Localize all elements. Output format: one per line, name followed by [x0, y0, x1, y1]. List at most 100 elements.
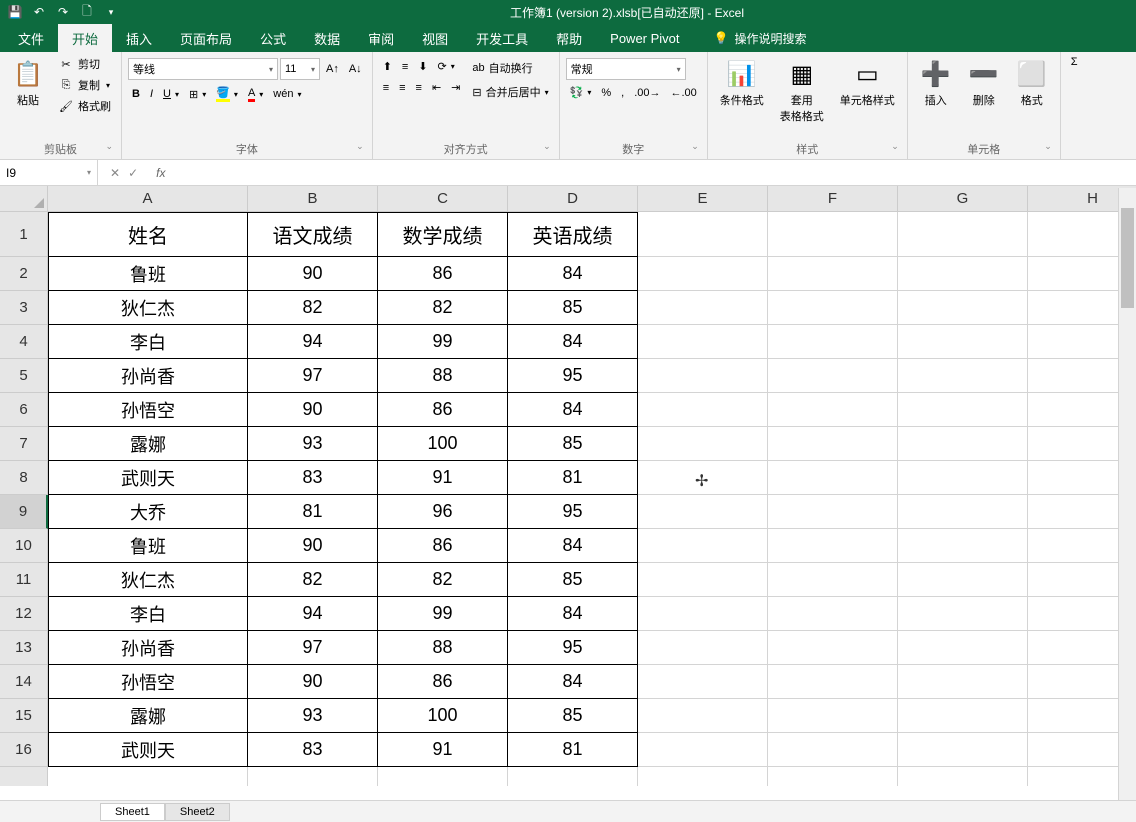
- tab-layout[interactable]: 页面布局: [166, 24, 246, 52]
- decrease-decimal-button[interactable]: ←.00: [666, 85, 700, 101]
- row-header-10[interactable]: 10: [0, 529, 48, 563]
- tab-data[interactable]: 数据: [300, 24, 354, 52]
- cell-D2[interactable]: 84: [508, 257, 638, 291]
- align-bottom-button[interactable]: ⬇: [414, 58, 431, 75]
- col-header-A[interactable]: A: [48, 186, 248, 212]
- cell-A5[interactable]: 孙尚香: [48, 359, 248, 393]
- cell-A9[interactable]: 大乔: [48, 495, 248, 529]
- row-header-1[interactable]: 1: [0, 212, 48, 257]
- conditional-format-button[interactable]: 📊条件格式: [714, 54, 770, 112]
- align-left-button[interactable]: ≡: [379, 80, 393, 96]
- insert-cells-button[interactable]: ➕插入: [914, 54, 958, 112]
- cell-C16[interactable]: 91: [378, 733, 508, 767]
- cell-D8[interactable]: 81: [508, 461, 638, 495]
- row-header-13[interactable]: 13: [0, 631, 48, 665]
- font-name-combo[interactable]: 等线▾: [128, 58, 278, 80]
- cell-E12[interactable]: [638, 597, 768, 631]
- save-icon[interactable]: 💾: [4, 2, 26, 22]
- format-painter-button[interactable]: 🖌格式刷: [54, 96, 115, 116]
- cell-G15[interactable]: [898, 699, 1028, 733]
- indent-decrease-button[interactable]: ⇤: [428, 79, 445, 96]
- cell-F10[interactable]: [768, 529, 898, 563]
- cell-B12[interactable]: 94: [248, 597, 378, 631]
- cell-A4[interactable]: 李白: [48, 325, 248, 359]
- preview-icon[interactable]: 🗋: [76, 2, 98, 22]
- indent-increase-button[interactable]: ⇥: [447, 79, 464, 96]
- row-header-9[interactable]: 9: [0, 495, 48, 529]
- cell-B16[interactable]: 83: [248, 733, 378, 767]
- cell-C17[interactable]: [378, 767, 508, 786]
- cell-F15[interactable]: [768, 699, 898, 733]
- cell-G14[interactable]: [898, 665, 1028, 699]
- row-header-17[interactable]: [0, 767, 48, 786]
- cell-C3[interactable]: 82: [378, 291, 508, 325]
- border-button[interactable]: ⊞▾: [185, 86, 210, 103]
- cell-G1[interactable]: [898, 212, 1028, 257]
- cell-F5[interactable]: [768, 359, 898, 393]
- tab-powerpivot[interactable]: Power Pivot: [596, 24, 693, 52]
- format-cells-button[interactable]: ⬜格式: [1010, 54, 1054, 112]
- cell-A10[interactable]: 鲁班: [48, 529, 248, 563]
- orientation-button[interactable]: ⟳▾: [434, 58, 459, 75]
- cell-G3[interactable]: [898, 291, 1028, 325]
- comma-button[interactable]: ,: [617, 85, 628, 101]
- tab-home[interactable]: 开始: [58, 24, 112, 52]
- cell-G12[interactable]: [898, 597, 1028, 631]
- cell-E13[interactable]: [638, 631, 768, 665]
- cell-B5[interactable]: 97: [248, 359, 378, 393]
- cell-C6[interactable]: 86: [378, 393, 508, 427]
- row-header-15[interactable]: 15: [0, 699, 48, 733]
- cell-E3[interactable]: [638, 291, 768, 325]
- cell-styles-button[interactable]: ▭单元格样式: [834, 54, 901, 112]
- undo-icon[interactable]: ↶: [28, 2, 50, 22]
- cell-B1[interactable]: 语文成绩: [248, 212, 378, 257]
- tab-view[interactable]: 视图: [408, 24, 462, 52]
- cell-C9[interactable]: 96: [378, 495, 508, 529]
- cell-B7[interactable]: 93: [248, 427, 378, 461]
- cell-C10[interactable]: 86: [378, 529, 508, 563]
- cell-E5[interactable]: [638, 359, 768, 393]
- cell-C13[interactable]: 88: [378, 631, 508, 665]
- cell-E10[interactable]: [638, 529, 768, 563]
- tell-me-search[interactable]: 💡 操作说明搜索: [714, 24, 807, 52]
- cell-E9[interactable]: [638, 495, 768, 529]
- align-middle-button[interactable]: ≡: [398, 59, 412, 75]
- cell-D4[interactable]: 84: [508, 325, 638, 359]
- name-box[interactable]: I9 ▾: [0, 160, 98, 185]
- cell-D3[interactable]: 85: [508, 291, 638, 325]
- cell-F13[interactable]: [768, 631, 898, 665]
- cell-A17[interactable]: [48, 767, 248, 786]
- tab-insert[interactable]: 插入: [112, 24, 166, 52]
- row-header-14[interactable]: 14: [0, 665, 48, 699]
- row-header-6[interactable]: 6: [0, 393, 48, 427]
- cell-F14[interactable]: [768, 665, 898, 699]
- cell-A14[interactable]: 孙悟空: [48, 665, 248, 699]
- col-header-E[interactable]: E: [638, 186, 768, 212]
- cut-button[interactable]: ✂剪切: [54, 54, 115, 74]
- cell-E7[interactable]: [638, 427, 768, 461]
- cell-E1[interactable]: [638, 212, 768, 257]
- cell-B13[interactable]: 97: [248, 631, 378, 665]
- increase-font-button[interactable]: A↑: [322, 61, 343, 77]
- cell-G5[interactable]: [898, 359, 1028, 393]
- cell-D15[interactable]: 85: [508, 699, 638, 733]
- col-header-D[interactable]: D: [508, 186, 638, 212]
- scrollbar-thumb[interactable]: [1121, 208, 1134, 308]
- cell-A16[interactable]: 武则天: [48, 733, 248, 767]
- cell-A12[interactable]: 李白: [48, 597, 248, 631]
- cell-E6[interactable]: [638, 393, 768, 427]
- cell-B9[interactable]: 81: [248, 495, 378, 529]
- cell-C7[interactable]: 100: [378, 427, 508, 461]
- percent-button[interactable]: %: [597, 85, 615, 101]
- tab-developer[interactable]: 开发工具: [462, 24, 542, 52]
- format-table-button[interactable]: ▦套用 表格格式: [774, 54, 830, 128]
- select-all-corner[interactable]: [0, 186, 48, 212]
- font-size-combo[interactable]: 11▾: [280, 58, 320, 80]
- row-header-16[interactable]: 16: [0, 733, 48, 767]
- cell-B15[interactable]: 93: [248, 699, 378, 733]
- underline-button[interactable]: U▾: [159, 86, 183, 102]
- cell-B11[interactable]: 82: [248, 563, 378, 597]
- cell-F1[interactable]: [768, 212, 898, 257]
- number-format-combo[interactable]: 常规▾: [566, 58, 686, 80]
- cell-G10[interactable]: [898, 529, 1028, 563]
